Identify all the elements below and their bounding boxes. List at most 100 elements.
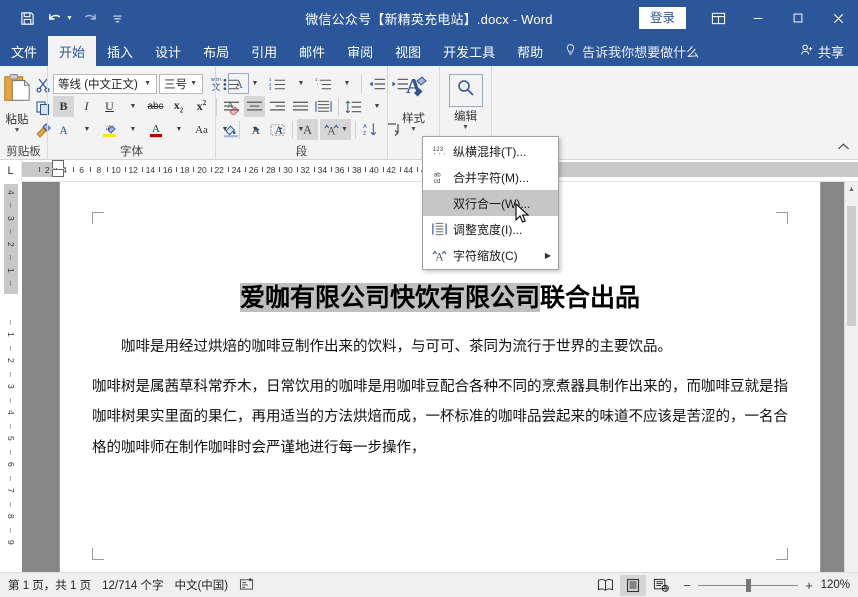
font-color-dropdown-icon[interactable]: ▼ bbox=[168, 119, 189, 140]
menu-item-vertical-horizontal-text[interactable]: 123 纵横混排(T)... bbox=[423, 138, 558, 164]
document-heading[interactable]: 爱咖有限公司快饮有限公司联合出品 bbox=[92, 274, 788, 322]
sort-icon[interactable]: AZ bbox=[360, 119, 381, 140]
text-highlight-a-icon[interactable]: A bbox=[53, 119, 74, 140]
bullets-dropdown-icon[interactable]: ▼ bbox=[244, 73, 265, 94]
tab-review[interactable]: 审阅 bbox=[336, 36, 384, 66]
vertical-ruler-tick-label: 9 bbox=[6, 540, 16, 545]
save-icon[interactable] bbox=[14, 5, 40, 31]
tab-insert[interactable]: 插入 bbox=[96, 36, 144, 66]
font-size-chevron-down-icon[interactable]: ▼ bbox=[187, 80, 200, 87]
text-highlight-dropdown-icon[interactable]: ▼ bbox=[76, 119, 97, 140]
customize-qat-icon[interactable] bbox=[105, 5, 131, 31]
maximize-icon[interactable] bbox=[778, 0, 818, 36]
decrease-indent-icon[interactable] bbox=[366, 73, 387, 94]
minimize-icon[interactable] bbox=[738, 0, 778, 36]
subscript-button[interactable]: x2 bbox=[168, 96, 189, 117]
web-layout-icon[interactable] bbox=[648, 575, 674, 596]
align-center-icon[interactable] bbox=[244, 96, 265, 117]
close-icon[interactable] bbox=[818, 0, 858, 36]
ruler-tick-mark bbox=[262, 167, 264, 172]
multilevel-list-icon[interactable]: 1i bbox=[313, 73, 334, 94]
vertical-ruler[interactable]: 4 – 3 – 2 – 1 – – 1 – 2 – 3 – 4 – 5 – 6 – 7 – 8 – 9 bbox=[0, 182, 22, 572]
collapse-ribbon-icon[interactable] bbox=[837, 142, 850, 155]
tab-mailings[interactable]: 邮件 bbox=[288, 36, 336, 66]
menu-item-character-scaling[interactable]: A 字符缩放(C) ▶ bbox=[423, 242, 558, 268]
numbering-icon[interactable]: 123 bbox=[267, 73, 288, 94]
font-name-combo[interactable]: 等线 (中文正文) ▼ bbox=[53, 73, 157, 94]
tab-view[interactable]: 视图 bbox=[384, 36, 432, 66]
redo-icon[interactable] bbox=[77, 5, 103, 31]
zoom-slider-thumb[interactable] bbox=[746, 578, 751, 592]
read-mode-icon[interactable] bbox=[592, 575, 618, 596]
superscript-button[interactable]: x2 bbox=[191, 96, 212, 117]
language-status[interactable]: 中文(中国) bbox=[174, 577, 239, 593]
shading-dropdown-icon[interactable]: ▼ bbox=[244, 119, 265, 140]
asian-layout-menu[interactable]: 123 纵横混排(T)... ab cd 合并字符(M)... 双行合一(W)..… bbox=[422, 136, 559, 270]
ribbon-display-options-icon[interactable] bbox=[698, 0, 738, 36]
zoom-control[interactable]: − + bbox=[682, 578, 814, 593]
underline-button[interactable]: U bbox=[99, 96, 120, 117]
bullets-icon[interactable] bbox=[221, 73, 242, 94]
undo-icon[interactable] bbox=[42, 5, 68, 31]
ruler-tick-mark bbox=[313, 167, 315, 172]
align-right-icon[interactable] bbox=[267, 96, 288, 117]
font-name-chevron-down-icon[interactable]: ▼ bbox=[141, 80, 154, 87]
document-paragraph-2[interactable]: 咖啡树是属茜草科常乔木，日常饮用的咖啡是用咖啡豆配合各种不同的烹煮器具制作出来的… bbox=[92, 372, 788, 463]
line-spacing-icon[interactable] bbox=[343, 96, 364, 117]
tab-home[interactable]: 开始 bbox=[48, 36, 97, 66]
multilevel-dropdown-icon[interactable]: ▼ bbox=[336, 73, 357, 94]
menu-item-adjust-width[interactable]: 调整宽度(I)... bbox=[423, 216, 558, 242]
share-button[interactable]: 共享 bbox=[789, 36, 858, 66]
paste-dropdown-icon[interactable]: ▼ bbox=[14, 127, 21, 134]
vertical-scrollbar[interactable]: ▲ bbox=[844, 182, 858, 572]
editing-button[interactable]: 编辑 ▼ bbox=[445, 71, 486, 131]
tell-me-box[interactable]: 告诉我你想要做什么 bbox=[554, 36, 709, 66]
borders-icon[interactable] bbox=[267, 119, 288, 140]
highlight-dropdown-icon[interactable]: ▼ bbox=[122, 119, 143, 140]
shading-icon[interactable] bbox=[221, 119, 242, 140]
justify-icon[interactable] bbox=[290, 96, 311, 117]
print-layout-icon[interactable] bbox=[620, 574, 646, 596]
menu-item-two-lines-in-one[interactable]: 双行合一(W)... bbox=[423, 190, 558, 216]
menu-item-combine-characters[interactable]: ab cd 合并字符(M)... bbox=[423, 164, 558, 190]
change-case-icon[interactable]: Aa bbox=[191, 119, 212, 140]
italic-button[interactable]: I bbox=[76, 96, 97, 117]
borders-dropdown-icon[interactable]: ▼ bbox=[290, 119, 311, 140]
underline-dropdown-icon[interactable]: ▼ bbox=[122, 96, 143, 117]
editing-dropdown-icon[interactable]: ▼ bbox=[462, 124, 469, 131]
tab-layout[interactable]: 布局 bbox=[192, 36, 240, 66]
asian-layout-icon[interactable]: A ▼ bbox=[320, 119, 351, 140]
distributed-icon[interactable] bbox=[313, 96, 334, 117]
asian-layout-dropdown-icon[interactable]: ▼ bbox=[341, 126, 348, 133]
paste-button[interactable]: 粘贴 ▼ bbox=[2, 71, 32, 134]
undo-dropdown-icon[interactable]: ▼ bbox=[66, 15, 73, 22]
word-count-status[interactable]: 12/714 个字 bbox=[102, 577, 174, 593]
tab-file[interactable]: 文件 bbox=[0, 36, 48, 66]
line-spacing-dropdown-icon[interactable]: ▼ bbox=[366, 96, 387, 117]
zoom-out-button[interactable]: − bbox=[682, 578, 692, 593]
tab-references[interactable]: 引用 bbox=[240, 36, 288, 66]
styles-button[interactable]: A 样式 ▼ bbox=[393, 71, 434, 133]
tab-developer[interactable]: 开发工具 bbox=[432, 36, 506, 66]
font-size-combo[interactable]: 三号 ▼ bbox=[159, 73, 203, 94]
bold-button[interactable]: B bbox=[53, 96, 74, 117]
lightbulb-icon bbox=[564, 42, 577, 60]
zoom-level-label[interactable]: 120% bbox=[816, 579, 850, 591]
tab-stop-selector[interactable]: L bbox=[0, 160, 22, 182]
font-color-icon[interactable]: A bbox=[145, 119, 166, 140]
proofing-errors-icon[interactable] bbox=[239, 577, 265, 594]
zoom-in-button[interactable]: + bbox=[804, 578, 814, 593]
scroll-up-icon[interactable]: ▲ bbox=[845, 182, 858, 196]
zoom-slider-track[interactable] bbox=[698, 578, 798, 592]
scrollbar-thumb[interactable] bbox=[847, 206, 856, 326]
sign-in-button[interactable]: 登录 bbox=[638, 7, 686, 29]
highlight-color-icon[interactable]: ab bbox=[99, 119, 120, 140]
strikethrough-button[interactable]: abc bbox=[145, 96, 166, 117]
tab-help[interactable]: 帮助 bbox=[506, 36, 554, 66]
page-number-status[interactable]: 第 1 页，共 1 页 bbox=[8, 577, 102, 593]
tab-design[interactable]: 设计 bbox=[144, 36, 192, 66]
document-paragraph-1[interactable]: 咖啡是用经过烘焙的咖啡豆制作出来的饮料，与可可、茶同为流行于世界的主要饮品。 bbox=[92, 332, 788, 362]
styles-dropdown-icon[interactable]: ▼ bbox=[410, 126, 417, 133]
align-left-icon[interactable] bbox=[221, 96, 242, 117]
numbering-dropdown-icon[interactable]: ▼ bbox=[290, 73, 311, 94]
